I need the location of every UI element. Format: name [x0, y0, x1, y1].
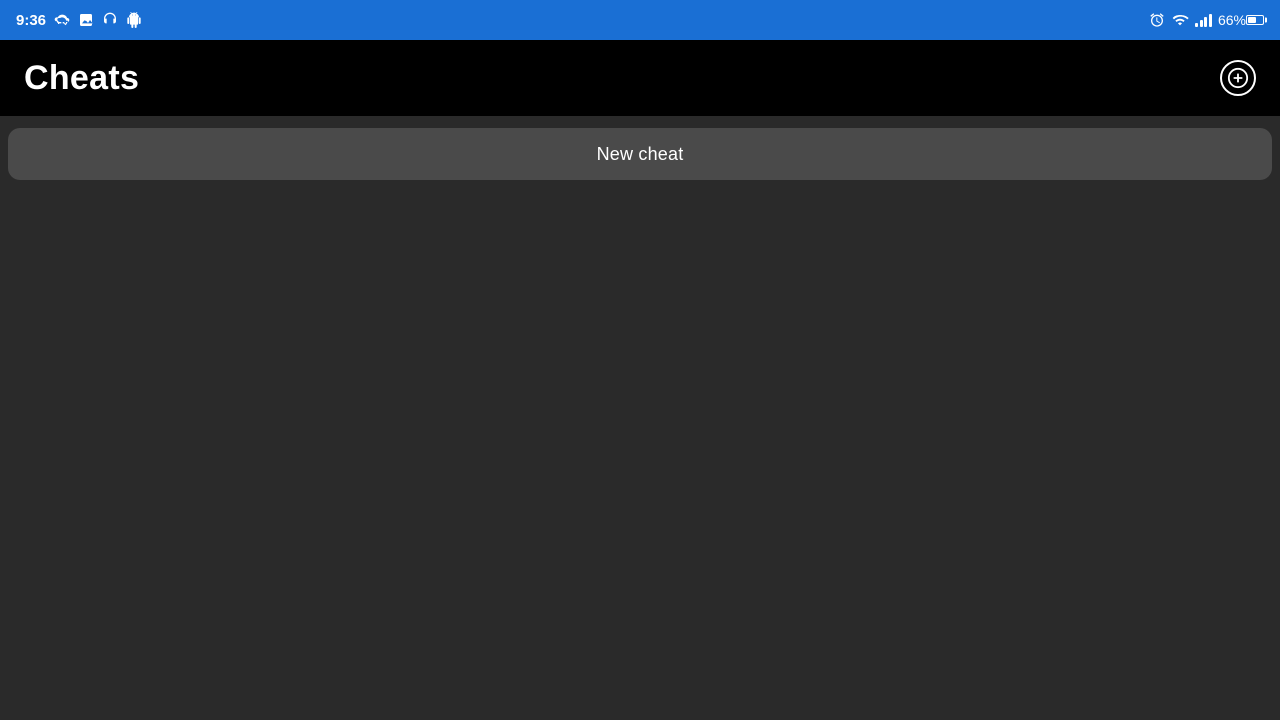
add-button[interactable]	[1220, 60, 1256, 96]
status-bar-right: 66%	[1149, 12, 1264, 28]
android-icon	[126, 12, 142, 28]
add-icon	[1227, 67, 1249, 89]
headset-icon	[102, 12, 118, 28]
battery-indicator: 66%	[1218, 12, 1264, 28]
gallery-icon	[78, 12, 94, 28]
alarm-icon	[1149, 12, 1165, 28]
battery-percent: 66%	[1218, 12, 1246, 28]
new-cheat-label: New cheat	[597, 144, 684, 165]
page-title: Cheats	[24, 59, 139, 98]
signal-icon	[1195, 13, 1212, 27]
wifi-icon	[1171, 12, 1189, 28]
sync-icon	[54, 12, 70, 28]
status-bar-left: 9:36	[16, 12, 142, 29]
main-content: New cheat	[0, 116, 1280, 192]
status-bar: 9:36	[0, 0, 1280, 40]
title-bar: Cheats	[0, 40, 1280, 116]
status-time: 9:36	[16, 12, 46, 29]
new-cheat-button[interactable]: New cheat	[8, 128, 1272, 180]
